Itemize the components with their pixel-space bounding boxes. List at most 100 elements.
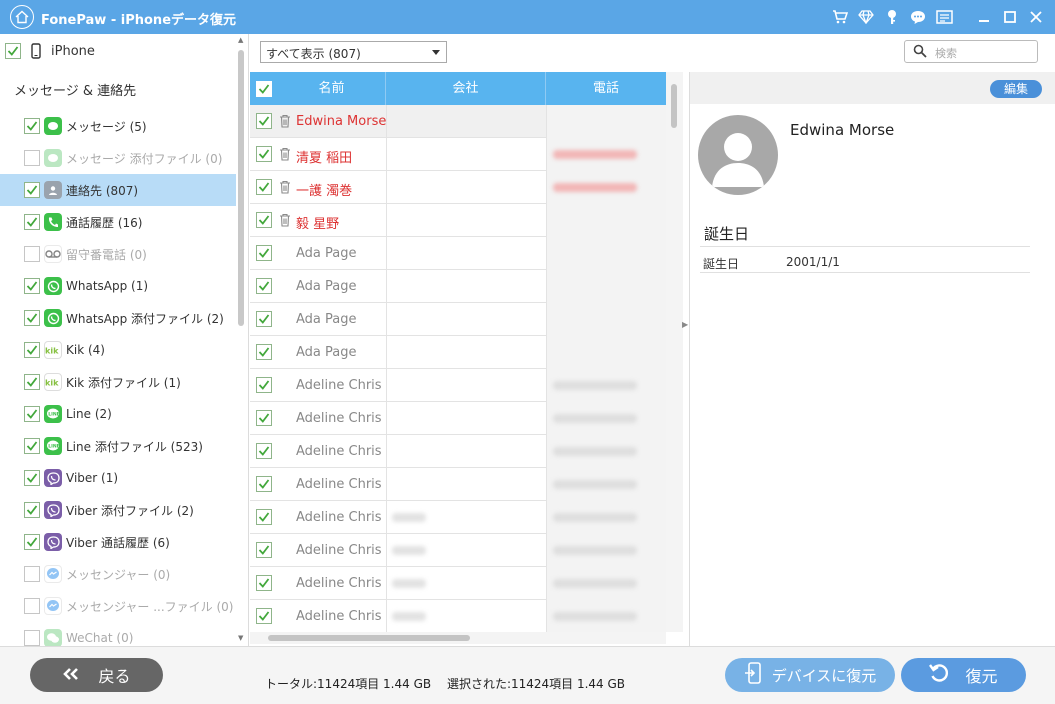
row-checkbox[interactable] xyxy=(256,245,272,261)
sidebar-item-checkbox[interactable] xyxy=(24,150,40,166)
restore-button[interactable]: 復元 xyxy=(901,658,1026,692)
sidebar-item[interactable]: kik Kik 添付ファイル (1) xyxy=(0,366,236,398)
column-header-phone[interactable]: 電話 xyxy=(546,72,666,105)
row-checkbox[interactable] xyxy=(256,113,272,129)
sidebar-item[interactable]: Viber 添付ファイル (2) xyxy=(0,494,236,526)
column-header-name[interactable]: 名前 xyxy=(278,72,386,105)
redacted-phone xyxy=(553,150,637,159)
close-icon[interactable] xyxy=(1027,7,1045,27)
row-checkbox[interactable] xyxy=(256,410,272,426)
minimize-icon[interactable] xyxy=(975,7,993,27)
maximize-icon[interactable] xyxy=(1001,7,1019,27)
scroll-thumb[interactable] xyxy=(268,635,470,641)
table-row[interactable]: Ada Page xyxy=(250,336,666,369)
sidebar-scroll-up-icon[interactable]: ▲ xyxy=(238,36,243,44)
table-row[interactable]: Adeline Chris xyxy=(250,369,666,402)
panel-collapse-icon[interactable]: ▶ xyxy=(682,320,688,329)
sidebar-scrollbar[interactable] xyxy=(238,50,244,326)
table-row[interactable]: Adeline Chris xyxy=(250,402,666,435)
contacts-table: 名前 会社 電話 Edwina Morse 清夏 稲田 一護 濁巻毅 星野 Ada P… xyxy=(250,72,666,632)
restore-to-device-button[interactable]: デバイスに復元 xyxy=(725,658,895,692)
home-icon[interactable] xyxy=(10,5,34,29)
edit-button[interactable]: 編集 xyxy=(990,80,1042,98)
table-row[interactable]: Adeline Chris xyxy=(250,567,666,600)
sidebar-item-checkbox[interactable] xyxy=(24,342,40,358)
row-checkbox[interactable] xyxy=(256,146,272,162)
sidebar-item-checkbox[interactable] xyxy=(24,214,40,230)
sidebar-item-checkbox[interactable] xyxy=(24,566,40,582)
sidebar-item[interactable]: メッセージ 添付ファイル (0) xyxy=(0,142,236,174)
table-row[interactable]: Adeline Chris xyxy=(250,534,666,567)
contact-name-cell: Adeline Chris xyxy=(296,609,382,624)
sidebar-item-checkbox[interactable] xyxy=(24,534,40,550)
sidebar-item-checkbox[interactable] xyxy=(24,470,40,486)
back-button[interactable]: 戻る xyxy=(30,658,163,692)
sidebar-scroll-down-icon[interactable]: ▼ xyxy=(238,634,243,642)
device-row[interactable]: iPhone xyxy=(0,34,236,68)
sidebar-item[interactable]: WhatsApp (1) xyxy=(0,270,236,302)
chat-icon[interactable] xyxy=(909,7,927,27)
row-checkbox[interactable] xyxy=(256,608,272,624)
sidebar-item-checkbox[interactable] xyxy=(24,246,40,262)
table-vertical-scrollbar[interactable] xyxy=(666,72,683,632)
table-row[interactable]: 一護 濁巻 xyxy=(250,171,666,204)
sidebar-item[interactable]: kik Kik (4) xyxy=(0,334,236,366)
sidebar-item-checkbox[interactable] xyxy=(24,630,40,646)
sidebar-item[interactable]: Viber (1) xyxy=(0,462,236,494)
row-checkbox[interactable] xyxy=(256,212,272,228)
row-checkbox[interactable] xyxy=(256,278,272,294)
row-checkbox[interactable] xyxy=(256,575,272,591)
sidebar-item-checkbox[interactable] xyxy=(24,278,40,294)
sidebar-item[interactable]: 留守番電話 (0) xyxy=(0,238,236,270)
whatsapp-attachment-icon xyxy=(44,309,62,327)
table-row[interactable]: Adeline Chris xyxy=(250,600,666,632)
sidebar-item[interactable]: WhatsApp 添付ファイル (2) xyxy=(0,302,236,334)
table-row[interactable]: Edwina Morse xyxy=(250,105,666,138)
redacted-phone xyxy=(553,480,637,489)
sidebar-item-checkbox[interactable] xyxy=(24,406,40,422)
sidebar-item[interactable]: 通話履歴 (16) xyxy=(0,206,236,238)
sidebar-item[interactable]: LINE Line 添付ファイル (523) xyxy=(0,430,236,462)
search-input[interactable]: 検索 xyxy=(904,40,1038,63)
table-row[interactable]: Ada Page xyxy=(250,237,666,270)
table-row[interactable]: Adeline Chris xyxy=(250,435,666,468)
column-header-company[interactable]: 会社 xyxy=(386,72,546,105)
sidebar-item[interactable]: 連絡先 (807) xyxy=(0,174,236,206)
sidebar-item-checkbox[interactable] xyxy=(24,118,40,134)
key-icon[interactable] xyxy=(883,7,901,27)
filter-dropdown[interactable]: すべて表示 (807) xyxy=(260,41,447,63)
diamond-icon[interactable] xyxy=(857,7,875,27)
sidebar-item-checkbox[interactable] xyxy=(24,374,40,390)
table-horizontal-scrollbar[interactable] xyxy=(250,632,666,644)
table-row[interactable]: 毅 星野 xyxy=(250,204,666,237)
row-checkbox[interactable] xyxy=(256,179,272,195)
cart-icon[interactable] xyxy=(831,7,849,27)
device-checkbox[interactable] xyxy=(5,43,21,59)
table-row[interactable]: Ada Page xyxy=(250,303,666,336)
row-checkbox[interactable] xyxy=(256,476,272,492)
table-row[interactable]: 清夏 稲田 xyxy=(250,138,666,171)
sidebar-item[interactable]: Viber 通話履歴 (6) xyxy=(0,526,236,558)
sidebar-item[interactable]: メッセージ (5) xyxy=(0,110,236,142)
sidebar-item-checkbox[interactable] xyxy=(24,182,40,198)
sidebar-item-checkbox[interactable] xyxy=(24,438,40,454)
table-row[interactable]: Adeline Chris xyxy=(250,501,666,534)
sidebar-item[interactable]: WeChat (0) xyxy=(0,622,236,646)
sidebar-item[interactable]: メッセンジャー (0) xyxy=(0,558,236,590)
register-icon[interactable] xyxy=(935,7,953,27)
sidebar-item-checkbox[interactable] xyxy=(24,502,40,518)
table-row[interactable]: Adeline Chris xyxy=(250,468,666,501)
row-checkbox[interactable] xyxy=(256,344,272,360)
row-checkbox[interactable] xyxy=(256,509,272,525)
scroll-thumb[interactable] xyxy=(671,84,677,128)
sidebar-item[interactable]: メッセンジャー ...ファイル (0) xyxy=(0,590,236,622)
sidebar-item[interactable]: LINE Line (2) xyxy=(0,398,236,430)
select-all-checkbox[interactable] xyxy=(256,81,272,97)
table-row[interactable]: Ada Page xyxy=(250,270,666,303)
row-checkbox[interactable] xyxy=(256,311,272,327)
sidebar-item-checkbox[interactable] xyxy=(24,598,40,614)
sidebar-item-checkbox[interactable] xyxy=(24,310,40,326)
row-checkbox[interactable] xyxy=(256,542,272,558)
row-checkbox[interactable] xyxy=(256,443,272,459)
row-checkbox[interactable] xyxy=(256,377,272,393)
